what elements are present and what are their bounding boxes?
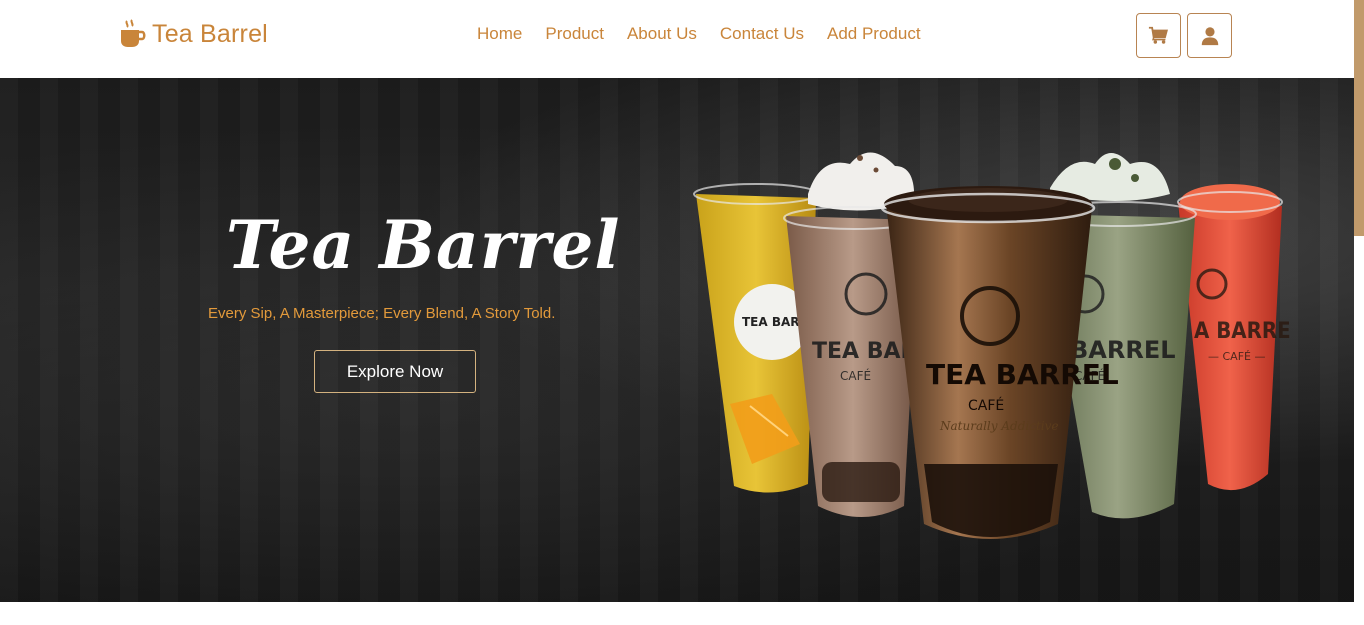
hero-title: Tea Barrel [226, 206, 621, 284]
nav-link-home[interactable]: Home [477, 24, 522, 44]
main-nav: Home Product About Us Contact Us Add Pro… [477, 24, 944, 44]
brand-name: Tea Barrel [152, 19, 268, 48]
cart-icon [1148, 26, 1168, 44]
nav-link-contact-us[interactable]: Contact Us [720, 24, 804, 44]
navbar: Tea Barrel Home Product About Us Contact… [0, 0, 1354, 78]
svg-text:CAFÉ: CAFÉ [840, 368, 871, 383]
brown-sugar-drink-cup: TEA BARREL CAFÉ Naturally Addictive [880, 186, 1119, 539]
scrollbar-thumb[interactable] [1354, 0, 1364, 236]
user-icon [1201, 26, 1218, 45]
user-account-button[interactable] [1187, 13, 1232, 58]
svg-text:TEA BAR: TEA BAR [812, 339, 918, 364]
coffee-cup-icon [121, 19, 146, 47]
svg-text:TEA BAR: TEA BAR [742, 315, 800, 329]
svg-text:TEA BARREL: TEA BARREL [926, 358, 1119, 391]
hero-banner: Tea Barrel Every Sip, A Masterpiece; Eve… [0, 78, 1354, 602]
svg-text:A BARREL: A BARREL [1194, 319, 1290, 344]
svg-text:— CAFÉ —: — CAFÉ — [1208, 350, 1265, 363]
nav-link-about-us[interactable]: About Us [627, 24, 697, 44]
page-bottom-strip [0, 602, 1354, 625]
brand-logo-link[interactable]: Tea Barrel [118, 19, 268, 49]
cart-button[interactable] [1136, 13, 1181, 58]
hero-tagline: Every Sip, A Masterpiece; Every Blend, A… [208, 305, 556, 322]
explore-now-button[interactable]: Explore Now [314, 350, 476, 393]
nav-link-product[interactable]: Product [545, 24, 604, 44]
red-drink-cup: A BARREL — CAFÉ — [1177, 184, 1290, 491]
nav-link-add-product[interactable]: Add Product [827, 24, 921, 44]
hero-drinks-image: A BARREL — CAFÉ — BARREL CAFÉ TEA BAR [693, 152, 1290, 539]
svg-text:CAFÉ: CAFÉ [968, 397, 1004, 414]
nav-icon-group [1136, 13, 1232, 58]
svg-text:Naturally Addictive: Naturally Addictive [939, 419, 1059, 433]
